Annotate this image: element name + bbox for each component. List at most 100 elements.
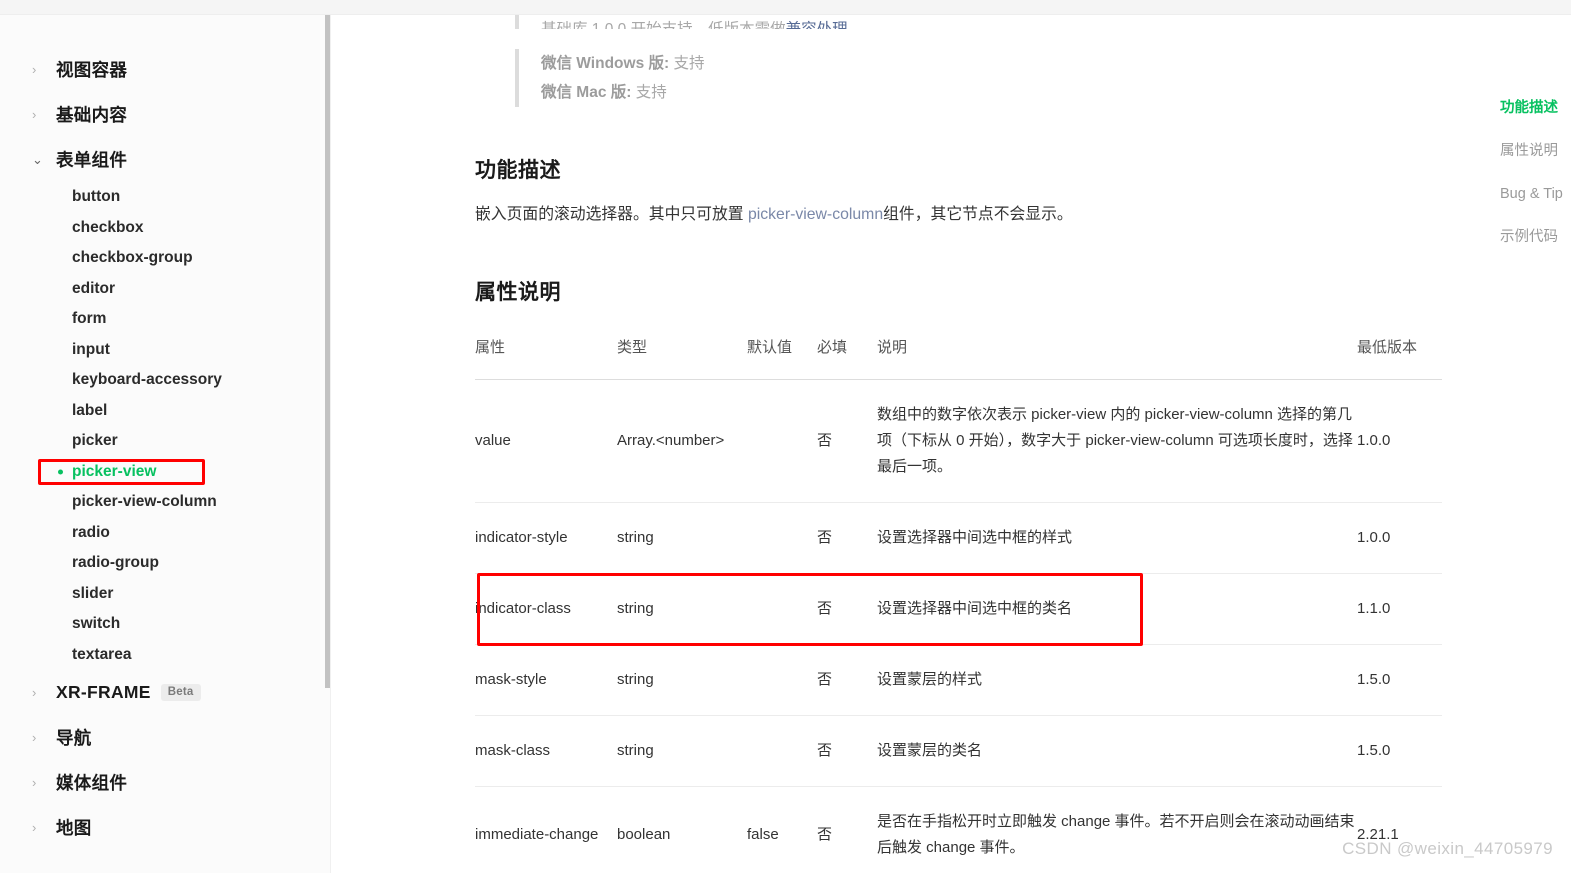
table-cell-desc: 设置选择器中间选中框的类名 xyxy=(877,573,1357,645)
table-of-contents[interactable]: 功能描述属性说明 Bug & Tip 示例代码 xyxy=(1500,15,1571,873)
toc-item-1[interactable]: 属性说明 xyxy=(1500,143,1571,160)
sidebar-group-6[interactable]: › 地图 xyxy=(0,805,331,850)
sidebar-group-label: 媒体组件 xyxy=(56,773,128,793)
table-cell-version[interactable]: 1.1.0 xyxy=(1357,573,1442,645)
sidebar-nav[interactable]: › 视图容器 › 基础内容 ⌄ 表单组件 button checkbox checkbox-gr… xyxy=(0,15,331,873)
picker-view-column-link[interactable]: picker-view-column xyxy=(748,206,883,223)
sidebar-item-label[interactable]: label xyxy=(0,396,331,427)
sidebar-item-picker[interactable]: picker xyxy=(0,426,331,457)
sidebar-group-4[interactable]: › 导航 xyxy=(0,715,331,760)
platform-windows-label: 微信 Windows 版: xyxy=(541,55,670,72)
sidebar-item-label: label xyxy=(72,401,108,419)
platform-windows-value: 支持 xyxy=(673,55,705,72)
sidebar-group-0[interactable]: › 视图容器 xyxy=(0,47,331,92)
table-cell-default xyxy=(747,379,817,503)
section-heading-function-desc: 功能描述 xyxy=(475,159,561,182)
table-cell-version[interactable]: 1.5.0 xyxy=(1357,644,1442,716)
table-cell-attr: indicator-style xyxy=(475,502,617,574)
sidebar-item-editor[interactable]: editor xyxy=(0,274,331,305)
table-row: indicator-class string 否设置选择器中间选中框的类名 1.1.0 xyxy=(475,573,1442,645)
sidebar-item-radio-group[interactable]: radio-group xyxy=(0,548,331,579)
sidebar-item-textarea[interactable]: textarea xyxy=(0,640,331,671)
table-header-cell: 属性 xyxy=(475,336,617,380)
table-cell-version[interactable]: 2.21.1 xyxy=(1357,786,1442,873)
function-description-paragraph: 嵌入页面的滚动选择器。其中只可放置 picker-view-column组件，其… xyxy=(475,201,1475,229)
sidebar-item-label: textarea xyxy=(72,645,132,663)
table-cell-version[interactable]: 1.0.0 xyxy=(1357,379,1442,503)
chevron-right-icon: › xyxy=(32,775,37,790)
sidebar-group-1[interactable]: › 基础内容 xyxy=(0,92,331,137)
chevron-right-icon: › xyxy=(32,62,37,77)
table-header-cell: 必填 xyxy=(817,336,877,380)
table-cell-default: false xyxy=(747,786,817,873)
table-cell-type: Array.<number> xyxy=(617,379,747,503)
table-header-row: 属性 类型 默认值 必填 说明 最低版本 xyxy=(475,336,1442,380)
table-cell-required: 否 xyxy=(817,715,877,787)
sidebar-item-label: checkbox-group xyxy=(72,249,193,266)
sidebar-item-button[interactable]: button xyxy=(0,182,331,213)
platform-support-note: 微信 Windows 版: 支持 微信 Mac 版: 支持 xyxy=(515,49,1435,107)
table-cell-default xyxy=(747,644,817,716)
toc-item-2[interactable]: Bug & Tip xyxy=(1500,186,1571,203)
table-cell-type: string xyxy=(617,644,747,716)
chevron-down-icon: ⌄ xyxy=(32,152,43,167)
sidebar-item-checkbox[interactable]: checkbox xyxy=(0,213,331,244)
table-row: indicator-style string 否设置选择器中间选中框的样式 1.0.0 xyxy=(475,502,1442,574)
table-cell-attr: mask-class xyxy=(475,715,617,787)
active-bullet-icon xyxy=(58,469,63,475)
table-cell-version[interactable]: 1.0.0 xyxy=(1357,502,1442,574)
sidebar-group-3[interactable]: › XR-FRAME Beta xyxy=(0,670,331,715)
sidebar-group-label: 视图容器 xyxy=(56,60,128,80)
compat-handling-link[interactable]: 兼容处理 xyxy=(786,21,848,30)
sidebar-item-radio[interactable]: radio xyxy=(0,518,331,549)
platform-support-windows: 微信 Windows 版: 支持 xyxy=(541,49,1435,78)
base-library-note-prefix: 基础库 1.0.0 开始支持，低版本需做 xyxy=(541,20,786,30)
table-cell-type: boolean xyxy=(617,786,747,873)
table-cell-default xyxy=(747,715,817,787)
table-cell-attr: immediate-change xyxy=(475,786,617,873)
sidebar-item-label: keyboard-accessory xyxy=(72,371,222,388)
base-library-note-suffix: 。 xyxy=(847,20,864,30)
table-row: mask-class string 否设置蒙层的类名 1.5.0 xyxy=(475,715,1442,787)
chevron-right-icon: › xyxy=(32,685,37,700)
base-library-note: 基础库 1.0.0 开始支持，低版本需做兼容处理。 xyxy=(515,15,863,29)
sidebar-item-picker-view[interactable]: picker-view xyxy=(0,457,331,488)
toc-item-0[interactable]: 功能描述 xyxy=(1500,100,1571,117)
sidebar-item-switch[interactable]: switch xyxy=(0,609,331,640)
table-cell-desc: 是否在手指松开时立即触发 change 事件。若不开启则会在滚动动画结束后触发 … xyxy=(877,786,1357,873)
section-heading-attributes: 属性说明 xyxy=(475,281,561,304)
table-cell-required: 否 xyxy=(817,786,877,873)
table-cell-attr: mask-style xyxy=(475,644,617,716)
sidebar-item-keyboard-accessory[interactable]: keyboard-accessory xyxy=(0,365,331,396)
sidebar-item-slider[interactable]: slider xyxy=(0,579,331,610)
table-header-cell: 最低版本 xyxy=(1357,336,1442,380)
main-content: 基础库 1.0.0 开始支持，低版本需做兼容处理。 微信 Windows 版: … xyxy=(331,15,1571,873)
sidebar-item-label: switch xyxy=(72,615,121,632)
sidebar-item-checkbox-group[interactable]: checkbox-group xyxy=(0,243,331,274)
chevron-right-icon: › xyxy=(32,730,37,745)
table-cell-version[interactable]: 1.5.0 xyxy=(1357,715,1442,787)
sidebar-item-form[interactable]: form xyxy=(0,304,331,335)
table-cell-attr: indicator-class xyxy=(475,573,617,645)
sidebar-item-label: picker-view-column xyxy=(72,493,217,510)
sidebar-item-label: form xyxy=(72,310,107,327)
sidebar-item-label: editor xyxy=(72,279,116,297)
sidebar-group-label: 表单组件 xyxy=(56,150,128,170)
table-cell-required: 否 xyxy=(817,502,877,574)
sidebar-item-label: picker-view xyxy=(72,462,157,480)
sidebar-group-5[interactable]: › 媒体组件 xyxy=(0,760,331,805)
sidebar-group-2[interactable]: ⌄ 表单组件 xyxy=(0,137,331,182)
browser-top-strip xyxy=(0,0,1571,15)
toc-item-3[interactable]: 示例代码 xyxy=(1500,229,1571,246)
page-root: › 视图容器 › 基础内容 ⌄ 表单组件 button checkbox checkbox-gr… xyxy=(0,15,1571,873)
table-row: mask-style string 否设置蒙层的样式 1.5.0 xyxy=(475,644,1442,716)
table-cell-attr: value xyxy=(475,379,617,503)
sidebar-item-label: radio-group xyxy=(72,554,159,571)
sidebar-item-picker-view-column[interactable]: picker-view-column xyxy=(0,487,331,518)
sidebar-item-input[interactable]: input xyxy=(0,335,331,366)
sidebar-item-label: checkbox xyxy=(72,218,144,236)
sidebar-group-label: XR-FRAME xyxy=(56,682,151,702)
table-cell-required: 否 xyxy=(817,573,877,645)
table-cell-type: string xyxy=(617,502,747,574)
platform-support-mac: 微信 Mac 版: 支持 xyxy=(541,78,1435,107)
